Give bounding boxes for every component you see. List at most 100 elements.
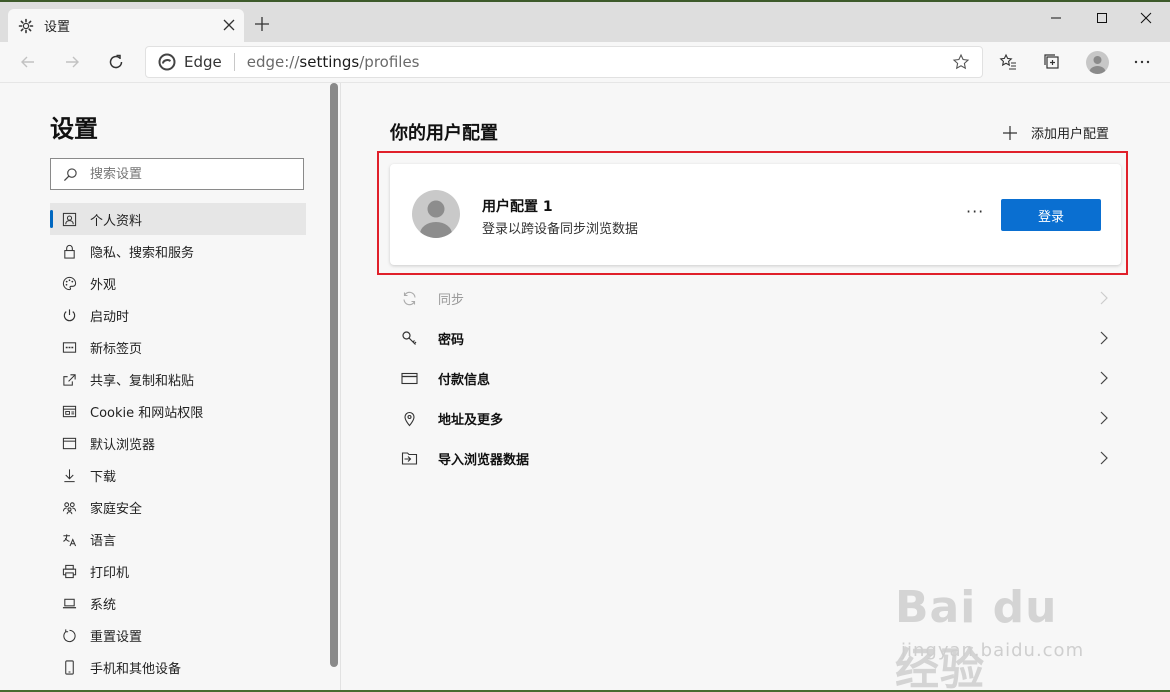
family-icon: [62, 501, 77, 514]
title-bar: 设置: [0, 2, 1170, 42]
sidebar-item-label: Cookie 和网站权限: [90, 405, 204, 421]
sidebar-item-system[interactable]: 系统: [50, 587, 306, 619]
row-payment-info[interactable]: 付款信息: [390, 358, 1121, 398]
sidebar-nav: 个人资料 隐私、搜索和服务 外观 启动时 新标签页 共享、复制和粘贴 Cooki…: [50, 203, 306, 683]
sidebar-scrollbar[interactable]: [330, 83, 338, 667]
chevron-right-icon: [1100, 451, 1108, 465]
search-input[interactable]: [88, 165, 292, 183]
row-label: 导入浏览器数据: [438, 452, 530, 468]
collections-icon[interactable]: [1042, 52, 1062, 72]
site-permissions-icon: [62, 405, 77, 417]
refresh-icon[interactable]: [106, 52, 126, 72]
sidebar-item-label: 新标签页: [90, 341, 143, 357]
phone-icon: [65, 659, 74, 675]
sidebar-item-family[interactable]: 家庭安全: [50, 491, 306, 523]
sidebar-item-label: 打印机: [90, 565, 130, 581]
tab-settings[interactable]: 设置: [8, 9, 244, 42]
url-host: settings: [299, 53, 360, 71]
sidebar-item-label: 共享、复制和粘贴: [90, 373, 195, 389]
sidebar-item-cookies[interactable]: Cookie 和网站权限: [50, 395, 306, 427]
sidebar-item-startup[interactable]: 启动时: [50, 299, 306, 331]
address-bar[interactable]: Edge edge://settings/profiles: [145, 46, 983, 78]
key-icon: [402, 330, 417, 345]
minimize-button[interactable]: [1032, 2, 1080, 34]
sidebar-item-label: 隐私、搜索和服务: [90, 245, 195, 261]
sidebar-item-new-tab[interactable]: 新标签页: [50, 331, 306, 363]
profile-icon: [62, 212, 77, 226]
profile-name: 用户配置 1: [482, 199, 553, 215]
maximize-button[interactable]: [1078, 2, 1126, 34]
sidebar-title: 设置: [50, 115, 98, 143]
chevron-right-icon: [1100, 411, 1108, 425]
chevron-right-icon: [1100, 331, 1108, 345]
language-icon: [63, 533, 77, 546]
close-tab-icon[interactable]: [222, 18, 236, 32]
location-icon: [404, 411, 415, 426]
sidebar-item-default-browser[interactable]: 默认浏览器: [50, 427, 306, 459]
import-icon: [401, 451, 418, 465]
row-label: 同步: [438, 292, 465, 308]
add-profile-label: 添加用户配置: [1030, 127, 1109, 142]
sidebar-item-profiles[interactable]: 个人资料: [50, 203, 306, 235]
row-addresses[interactable]: 地址及更多: [390, 398, 1121, 438]
close-window-button[interactable]: [1122, 2, 1170, 34]
search-icon: [63, 167, 77, 181]
card-icon: [401, 372, 418, 384]
row-label: 密码: [438, 332, 465, 348]
sidebar-item-label: 重置设置: [90, 629, 143, 645]
search-box[interactable]: [50, 158, 304, 190]
add-profile-button[interactable]: 添加用户配置: [1002, 123, 1109, 142]
user-avatar-icon: [420, 200, 452, 238]
sidebar-item-label: 启动时: [90, 309, 130, 325]
sidebar-item-phone[interactable]: 手机和其他设备: [50, 651, 306, 683]
back-icon[interactable]: [18, 52, 38, 72]
close-icon: [1140, 12, 1152, 24]
forward-icon[interactable]: [62, 52, 82, 72]
profile-avatar-button[interactable]: [1086, 51, 1109, 74]
download-icon: [64, 468, 75, 482]
share-icon: [63, 373, 76, 386]
profile-avatar: [412, 190, 460, 238]
address-separator: [233, 53, 235, 71]
sidebar-item-label: 默认浏览器: [90, 437, 156, 453]
profile-more-button[interactable]: ···: [966, 204, 984, 222]
more-options-icon[interactable]: [1132, 52, 1152, 72]
sidebar-item-languages[interactable]: 语言: [50, 523, 306, 555]
favorites-icon[interactable]: [998, 52, 1018, 72]
sidebar-item-label: 个人资料: [90, 213, 143, 229]
tab-title: 设置: [44, 20, 71, 35]
row-import-data[interactable]: 导入浏览器数据: [390, 438, 1121, 478]
sidebar-item-appearance[interactable]: 外观: [50, 267, 306, 299]
sidebar-item-printers[interactable]: 打印机: [50, 555, 306, 587]
row-passwords[interactable]: 密码: [390, 318, 1121, 358]
profiles-page: 你的用户配置 添加用户配置 用户配置 1 登录以跨设备同步浏览数据 ··· 登录…: [341, 83, 1170, 690]
chevron-right-icon: [1100, 371, 1108, 385]
gear-icon: [18, 18, 34, 33]
palette-icon: [62, 276, 77, 290]
sidebar-item-downloads[interactable]: 下载: [50, 459, 306, 491]
sidebar-item-label: 手机和其他设备: [90, 661, 182, 677]
lock-icon: [64, 244, 75, 259]
url-prefix: edge://: [246, 53, 300, 71]
plus-icon: [1002, 125, 1017, 140]
favorite-star-icon[interactable]: [952, 53, 970, 71]
sidebar-item-label: 家庭安全: [90, 501, 143, 517]
sidebar-item-label: 语言: [90, 533, 117, 549]
reset-icon: [63, 628, 76, 642]
sidebar-item-label: 外观: [90, 277, 117, 293]
profile-settings-list: 同步 密码 付款信息 地址及更多 导入浏览器数据: [390, 278, 1121, 478]
page-title: 你的用户配置: [390, 123, 498, 144]
url-text: edge://settings/profiles: [247, 53, 420, 71]
sidebar-item-share[interactable]: 共享、复制和粘贴: [50, 363, 306, 395]
sidebar-item-reset[interactable]: 重置设置: [50, 619, 306, 651]
sidebar-item-label: 下载: [90, 469, 117, 485]
sign-in-button[interactable]: 登录: [1001, 199, 1101, 231]
new-tab-icon[interactable]: [254, 16, 270, 32]
settings-sidebar: 设置 个人资料 隐私、搜索和服务 外观 启动时: [0, 83, 341, 690]
sync-icon: [403, 291, 416, 305]
laptop-icon: [62, 598, 77, 608]
sidebar-item-privacy[interactable]: 隐私、搜索和服务: [50, 235, 306, 267]
maximize-icon: [1097, 13, 1107, 23]
power-icon: [63, 308, 76, 321]
row-sync[interactable]: 同步: [390, 278, 1121, 318]
